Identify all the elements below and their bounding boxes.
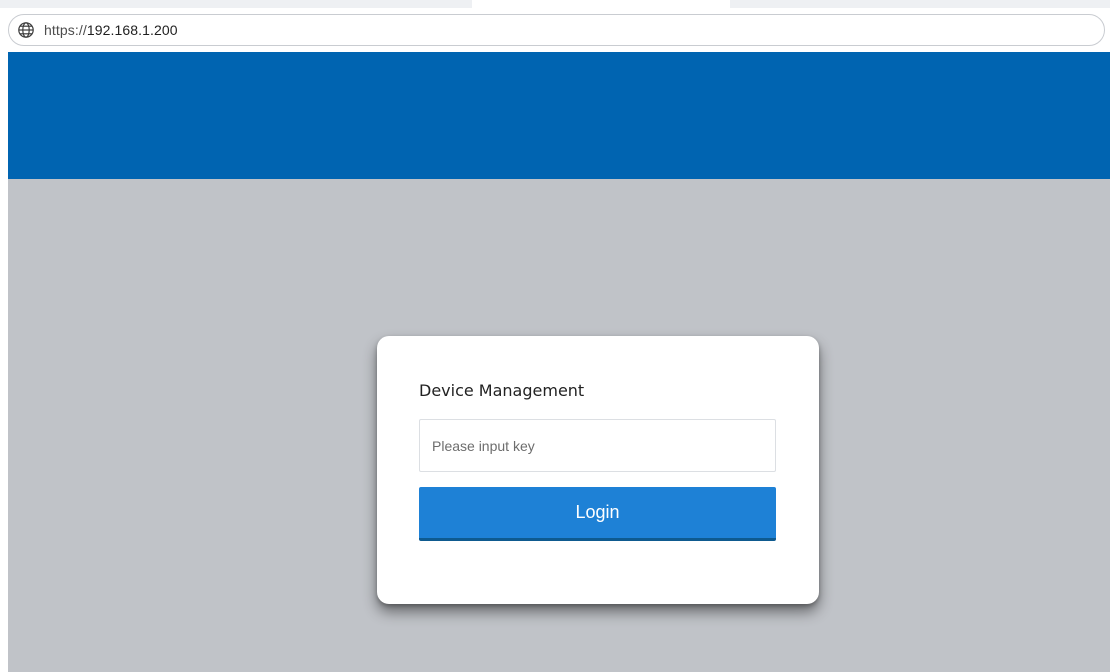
- header-band: [8, 52, 1110, 179]
- url-text[interactable]: https://192.168.1.200: [44, 22, 178, 38]
- login-card: Device Management Login: [377, 336, 819, 604]
- active-tab[interactable]: [472, 0, 730, 8]
- login-title: Device Management: [419, 381, 585, 400]
- login-button[interactable]: Login: [419, 487, 776, 541]
- key-input[interactable]: [419, 419, 776, 472]
- url-scheme: https://: [44, 22, 87, 38]
- url-host: 192.168.1.200: [86, 22, 178, 38]
- browser-chrome: https://192.168.1.200: [0, 0, 1110, 52]
- address-bar[interactable]: https://192.168.1.200: [8, 14, 1105, 46]
- tab-strip: [0, 0, 1110, 8]
- page-body: Device Management Login: [8, 52, 1110, 672]
- globe-icon[interactable]: [17, 21, 35, 39]
